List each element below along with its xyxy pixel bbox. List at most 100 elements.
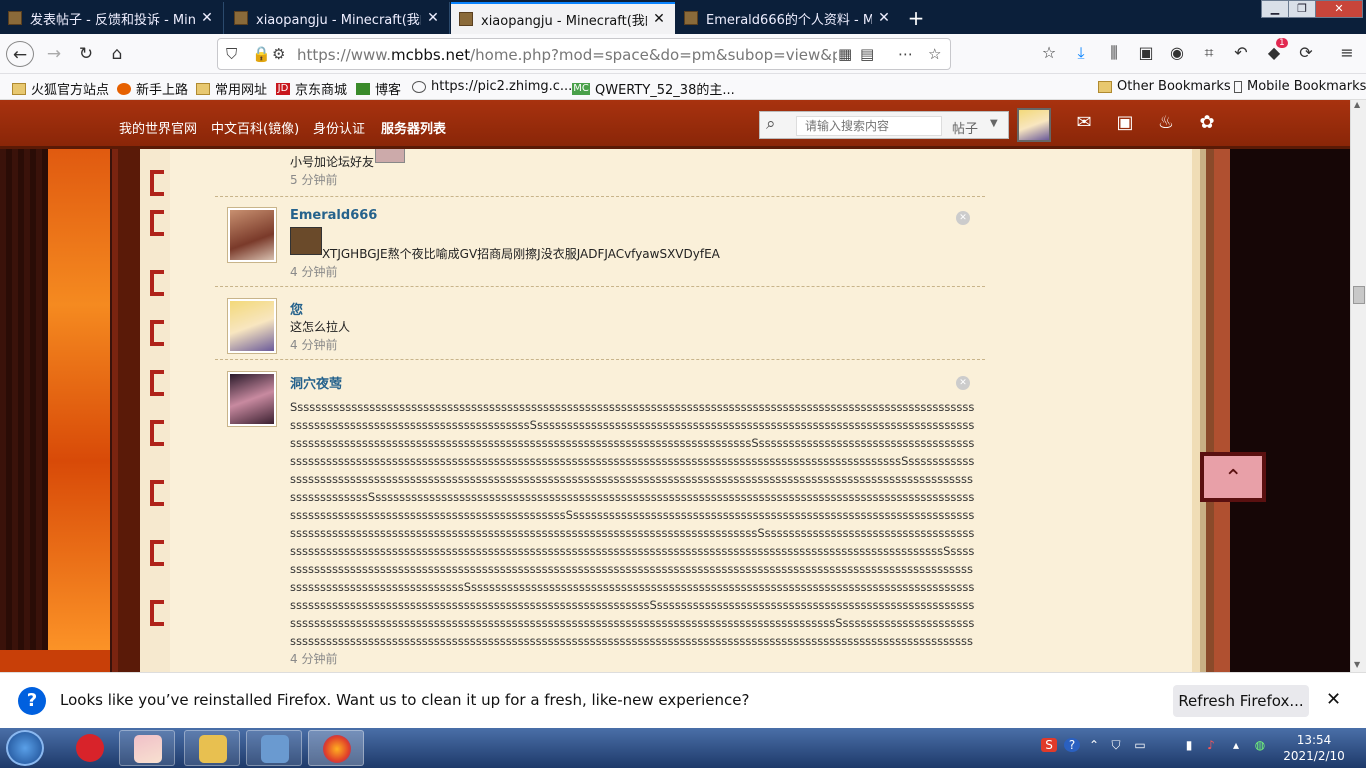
message-author-link[interactable]: Emerald666 [290, 208, 377, 223]
start-button[interactable] [6, 730, 44, 766]
notification-text: Looks like you’ve reinstalled Firefox. W… [60, 691, 750, 709]
page-actions-icon[interactable]: ⋯ [898, 45, 913, 63]
network-globe-icon[interactable]: ◍ [1252, 738, 1268, 752]
url-bar[interactable]: ⛉ 🔒 ⚙ https://www.mcbbs.net/home.php?mod… [217, 38, 951, 70]
notification-box-icon[interactable]: ▣ [1110, 112, 1140, 138]
netease-music-app[interactable] [62, 730, 118, 766]
maximize-button[interactable]: ❐ [1288, 0, 1316, 18]
close-icon[interactable]: ✕ [425, 10, 441, 26]
new-tab-button[interactable]: + [904, 6, 928, 30]
message-text: Ssssssssssssssssssssssssssssssssssssssss… [290, 400, 975, 648]
user-avatar[interactable] [1017, 108, 1051, 142]
bookmark-item[interactable]: MC QWERTY_52_38的主... [572, 79, 735, 98]
bookmark-item[interactable]: 博客 [356, 79, 401, 98]
avatar[interactable] [227, 298, 277, 354]
bookmark-item[interactable]: JD 京东商城 [276, 79, 347, 98]
back-icon[interactable]: ← [6, 41, 34, 67]
scroll-down-icon[interactable]: ▼ [1354, 660, 1360, 669]
undo-icon[interactable]: ↶ [1228, 43, 1254, 62]
tab-3-active[interactable]: xiaopangju - Minecraft(我的世 ✕ [451, 2, 675, 34]
screenshot-icon[interactable]: ⌗ [1196, 43, 1222, 63]
window-close-button[interactable]: ✕ [1315, 0, 1363, 18]
avatar[interactable] [227, 371, 277, 427]
tab-2[interactable]: xiaopangju - Minecraft(我的世 ✕ [226, 2, 450, 34]
mobile-bookmarks[interactable]: Mobile Bookmarks [1234, 79, 1366, 94]
menu-icon[interactable]: ≡ [1334, 43, 1360, 62]
folder-icon [1098, 80, 1112, 93]
nav-verification[interactable]: 身份认证 [313, 118, 365, 137]
right-background [1230, 149, 1350, 672]
reader-view-icon[interactable]: ▤ [860, 45, 874, 63]
nav-minecraft-official[interactable]: 我的世界官网 [119, 118, 197, 137]
scrollbar-thumb[interactable] [1353, 286, 1365, 304]
search-icon[interactable]: ⌕ [766, 114, 776, 134]
network-signal-icon[interactable]: ▴ [1228, 738, 1244, 752]
scroll-up-icon[interactable]: ▲ [1354, 100, 1360, 109]
cake-icon[interactable]: ♨ [1151, 112, 1181, 138]
bookmark-item[interactable]: 火狐官方站点 [12, 79, 109, 98]
battery-icon[interactable]: ▮ [1181, 738, 1197, 752]
tab-1[interactable]: 发表帖子 - 反馈和投诉 - Mine ✕ [0, 2, 224, 34]
search-type-select[interactable]: 帖子 [952, 118, 978, 137]
emoji-sticker [290, 227, 322, 255]
close-icon[interactable]: ✕ [199, 10, 215, 26]
bookmark-item[interactable]: https://pic2.zhimg.c... [412, 79, 572, 94]
tray-expand-icon[interactable]: ⌃ [1086, 738, 1102, 752]
permissions-icon[interactable]: ⚙ [272, 45, 285, 63]
vertical-scrollbar[interactable]: ▲ ▼ [1350, 100, 1366, 672]
volume-muted-icon[interactable]: ♪ [1203, 738, 1219, 752]
shield-icon[interactable]: ⛉ [226, 45, 237, 63]
message-author-link[interactable]: 洞穴夜莺 [290, 373, 342, 392]
close-icon[interactable]: ✕ [1326, 689, 1341, 710]
message-envelope-icon[interactable]: ✉ [1069, 112, 1099, 138]
home-icon[interactable]: ⌂ [103, 41, 131, 67]
url-text[interactable]: https://www.mcbbs.net/home.php?mod=space… [297, 46, 837, 64]
other-bookmarks[interactable]: Other Bookmarks [1098, 79, 1231, 94]
security-shield-icon[interactable]: ⛉ [1108, 738, 1124, 753]
delete-message-icon[interactable]: ✕ [956, 376, 970, 390]
firefox-app[interactable] [308, 730, 364, 766]
left-wall-decoration [112, 149, 140, 672]
tab-title: xiaopangju - Minecraft(我的世 [256, 12, 421, 28]
folder-tray-icon[interactable]: ▭ [1132, 738, 1148, 752]
frame-ornament [150, 210, 164, 236]
close-icon[interactable]: ✕ [651, 11, 667, 27]
forward-icon[interactable]: → [40, 41, 68, 67]
message-author-link[interactable]: 您 [290, 299, 303, 318]
bookmark-item[interactable]: 新手上路 [117, 79, 188, 98]
help-icon[interactable]: ? [1064, 738, 1080, 752]
file-explorer-app[interactable] [184, 730, 240, 766]
clock-date: 2021/2/10 [1283, 749, 1345, 763]
system-clock[interactable]: 13:54 2021/2/10 [1282, 732, 1346, 764]
qr-code-icon[interactable]: ▦ [838, 45, 852, 63]
avatar[interactable] [227, 207, 277, 263]
bookmark-star-icon[interactable]: ☆ [928, 45, 941, 63]
tab-4[interactable]: Emerald666的个人资料 - Min ✕ [676, 2, 900, 34]
library-icon[interactable]: ⫼ [1101, 43, 1127, 63]
chevron-down-icon[interactable]: ▼ [990, 118, 998, 129]
account-icon[interactable]: ◉ [1164, 43, 1190, 62]
bookmark-item[interactable]: 常用网址 [196, 79, 267, 98]
nav-wiki-mirror[interactable]: 中文百科(镜像) [211, 118, 299, 137]
sidebar-icon[interactable]: ▣ [1133, 43, 1159, 62]
nav-server-list[interactable]: 服务器列表 [381, 118, 446, 137]
sync-icon[interactable]: ⟳ [1293, 43, 1319, 62]
control-panel-app[interactable] [246, 730, 302, 766]
pocket-icon[interactable]: ☆ [1036, 43, 1062, 62]
anime-app[interactable] [119, 730, 175, 766]
cookie-icon[interactable]: ✿ [1192, 112, 1222, 138]
download-icon[interactable]: ⤓ [1068, 43, 1094, 63]
message-time: 4 分钟前 [290, 338, 338, 352]
creeper-icon [356, 82, 370, 95]
sogou-ime-icon[interactable]: S [1041, 738, 1057, 752]
refresh-firefox-button[interactable]: Refresh Firefox... [1173, 685, 1309, 717]
reload-icon[interactable]: ↻ [72, 41, 100, 67]
close-icon[interactable]: ✕ [876, 10, 892, 26]
delete-message-icon[interactable]: ✕ [956, 211, 970, 225]
search-input[interactable] [796, 116, 942, 136]
globe-icon [412, 80, 426, 93]
minimize-button[interactable]: ▁ [1261, 0, 1289, 18]
bookmarks-bar: 火狐官方站点 新手上路 常用网址 JD 京东商城 博客 https://pic2.… [0, 74, 1366, 100]
lock-icon[interactable]: 🔒 [252, 45, 271, 63]
clock-time: 13:54 [1296, 733, 1332, 747]
